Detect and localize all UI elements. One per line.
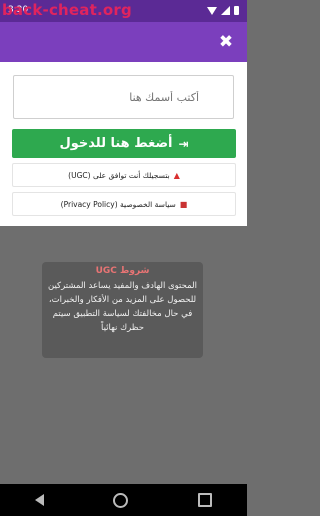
- privacy-policy-link[interactable]: ■ سياسة الخصوصية (Privacy Policy): [12, 192, 236, 216]
- ugc-agreement-text: بتسجيلك أنت توافق على (UGC): [68, 170, 170, 180]
- login-button-label: أضغط هنا للدخول: [59, 136, 173, 151]
- sign-in-icon: ⇥: [178, 136, 189, 151]
- battery-icon: [234, 6, 239, 15]
- terms-card: شروط UGC المحتوى الهادف والمفيد يساعد ال…: [42, 262, 203, 358]
- back-icon[interactable]: [34, 494, 44, 506]
- name-input[interactable]: [13, 75, 234, 119]
- home-icon[interactable]: [113, 492, 129, 508]
- login-button[interactable]: ⇥ أضغط هنا للدخول: [12, 129, 236, 158]
- ugc-agreement-link[interactable]: ▲ بتسجيلك أنت توافق على (UGC): [12, 163, 236, 187]
- status-bar: 3:20 back-cheat.org: [0, 0, 247, 22]
- navigation-bar: [0, 484, 247, 516]
- warning-icon: ▲: [173, 170, 180, 180]
- status-icons: [207, 6, 239, 15]
- terms-title: شروط UGC: [95, 266, 150, 276]
- wifi-icon: [207, 6, 217, 15]
- lock-icon: ■: [179, 199, 188, 209]
- terms-body: المحتوى الهادف والمفيد يساعد المشتركين ل…: [48, 281, 197, 333]
- login-dialog: ⇥ أضغط هنا للدخول ▲ بتسجيلك أنت توافق عل…: [0, 62, 247, 226]
- close-icon[interactable]: ✖: [215, 31, 237, 53]
- app-bar: ✖: [0, 22, 247, 62]
- watermark-text: back-cheat.org: [2, 1, 132, 19]
- privacy-policy-text: سياسة الخصوصية (Privacy Policy): [60, 199, 176, 209]
- signal-icon: [221, 6, 230, 15]
- recent-apps-icon[interactable]: [198, 493, 213, 507]
